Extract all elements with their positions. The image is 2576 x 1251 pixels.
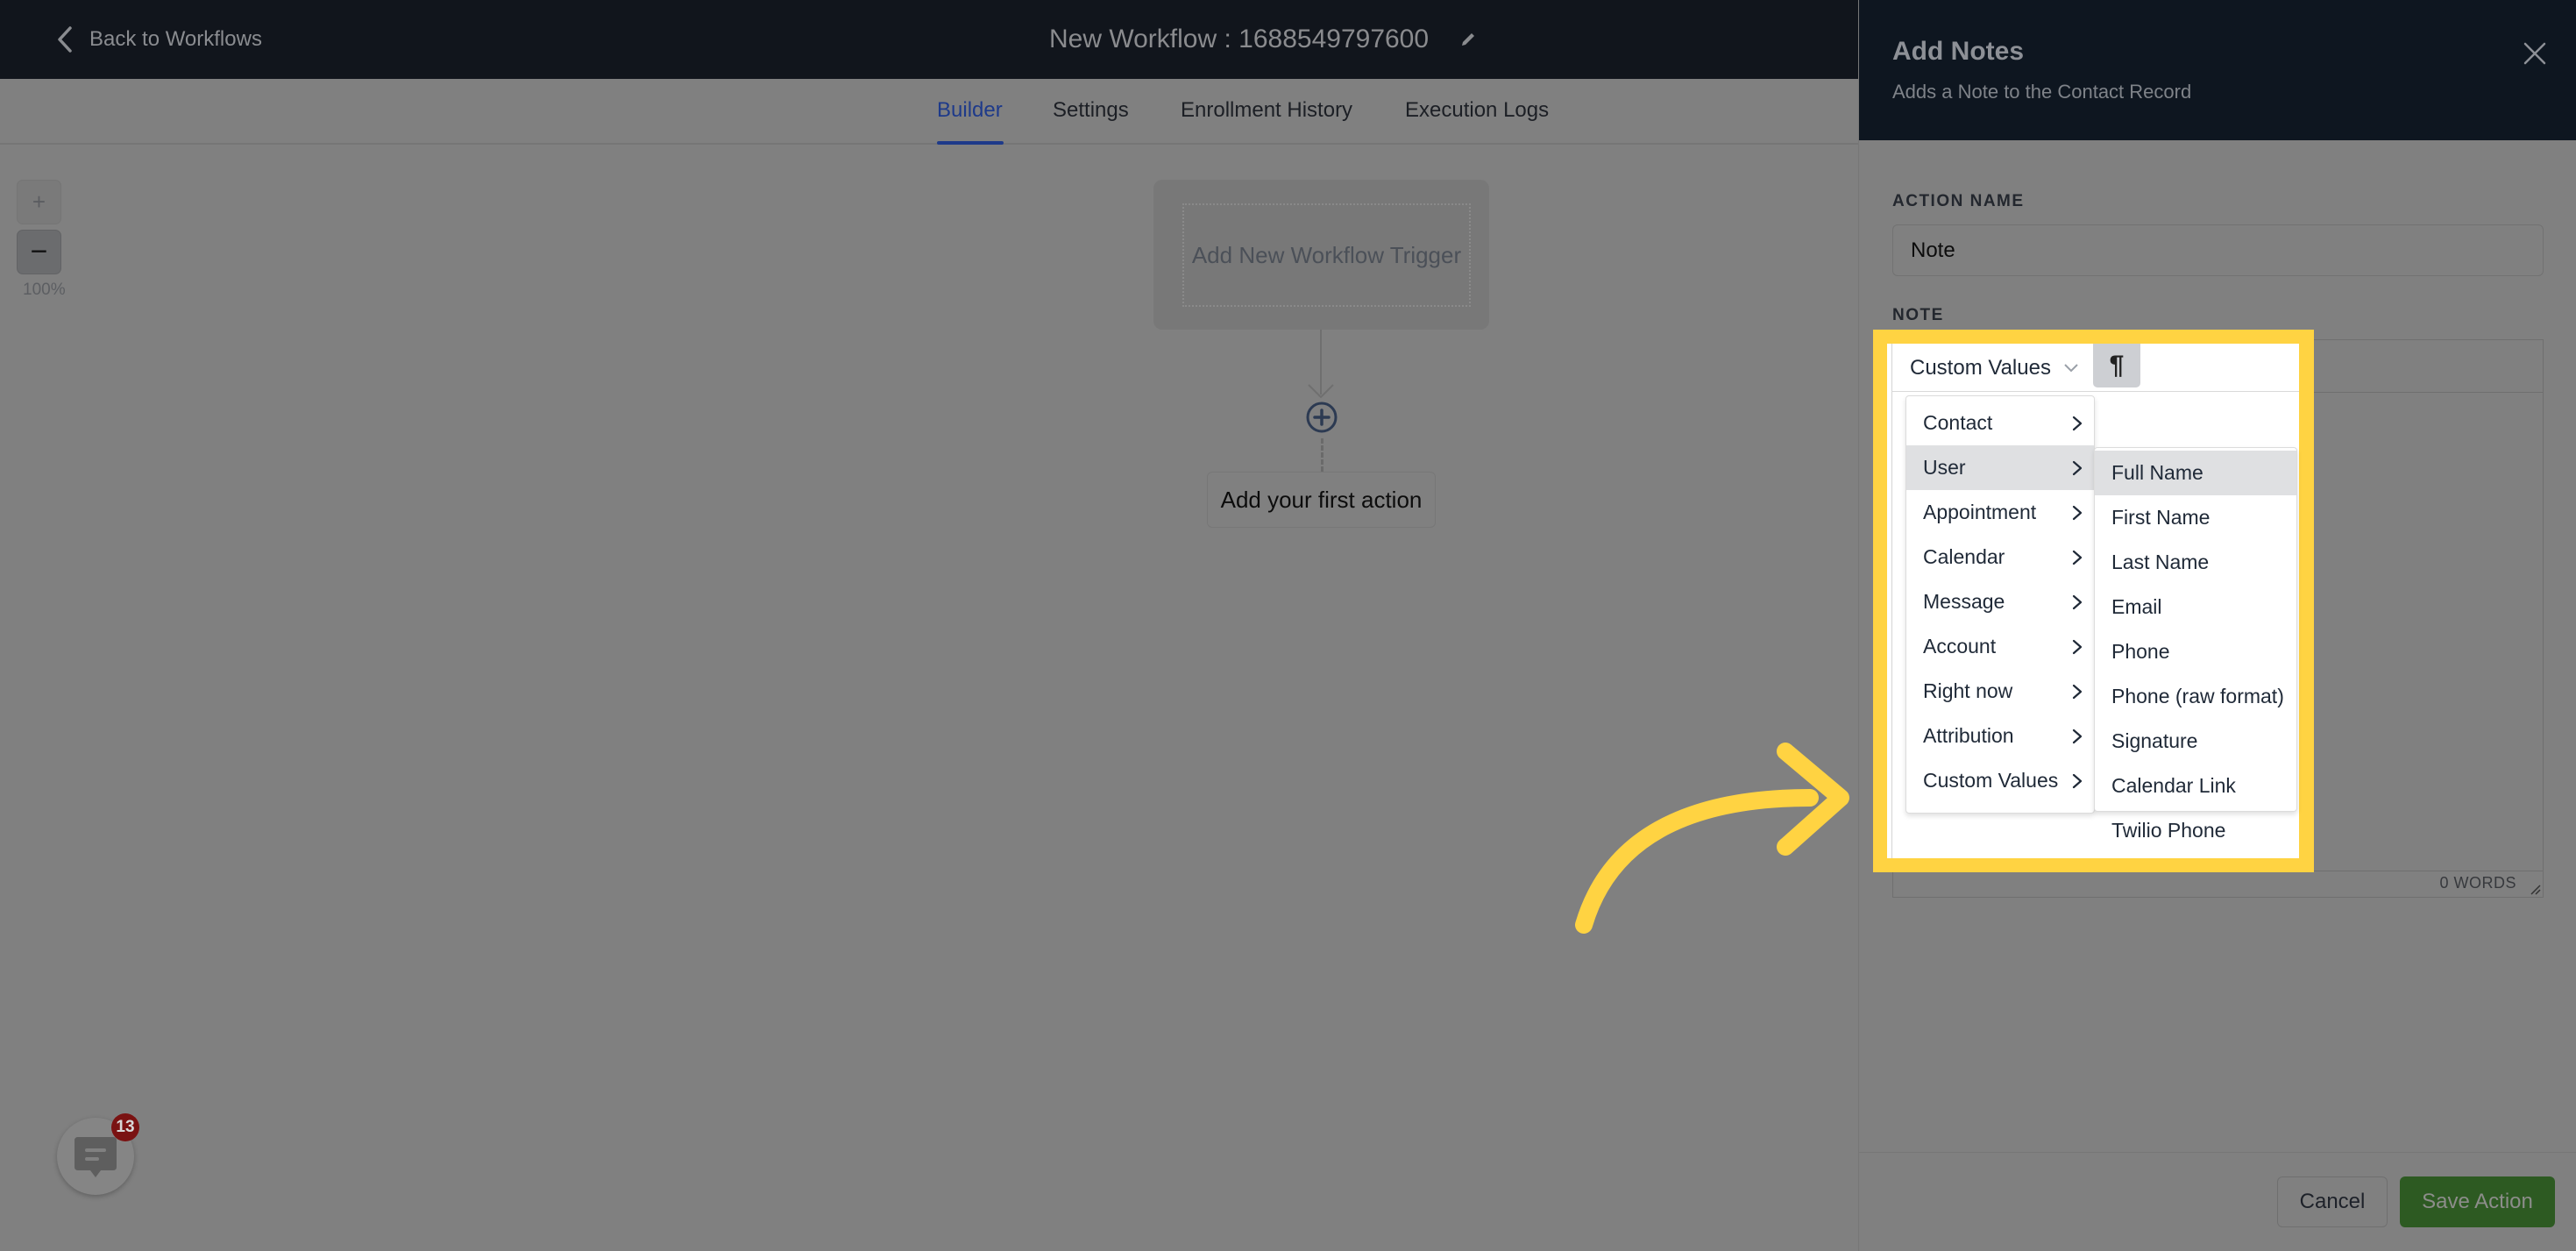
submenu-item-full-name[interactable]: Full Name xyxy=(2095,451,2296,495)
chevron-right-icon xyxy=(2072,684,2083,699)
submenu-item-label: Full Name xyxy=(2111,461,2203,484)
menu-item-label: User xyxy=(1923,456,1966,479)
workflow-title-text: New Workflow : 1688549797600 xyxy=(1049,25,1430,53)
connector-dashed-line xyxy=(1321,438,1323,472)
chevron-down-icon xyxy=(2064,364,2078,373)
tab-execution-logs[interactable]: Execution Logs xyxy=(1405,98,1549,123)
panel-header: Add Notes Adds a Note to the Contact Rec… xyxy=(1859,0,2576,140)
submenu-item-phone[interactable]: Phone xyxy=(2095,629,2296,674)
workflow-tabs: Builder Settings Enrollment History Exec… xyxy=(0,79,1858,145)
submenu-item-label: Calendar Link xyxy=(2111,774,2236,797)
workflow-title: New Workflow : 1688549797600 xyxy=(1049,19,1478,60)
note-footer: 0 WORDS xyxy=(1893,871,2543,897)
submenu-item-label: Email xyxy=(2111,595,2162,618)
menu-item-right-now[interactable]: Right now xyxy=(1906,669,2094,714)
menu-item-label: Attribution xyxy=(1923,724,2014,747)
panel-footer-divider xyxy=(1859,1152,2576,1153)
submenu-item-label: Phone (raw format) xyxy=(2111,685,2284,707)
notification-badge: 13 xyxy=(111,1113,139,1141)
connector-arrow-icon xyxy=(1308,384,1334,399)
pencil-edit-icon[interactable] xyxy=(1458,30,1478,49)
resize-handle-icon[interactable] xyxy=(2529,883,2541,895)
highlight-frame: Custom Values ¶ Contact User Appointment Ca… xyxy=(1873,330,2314,872)
back-label: Back to Workflows xyxy=(89,27,262,51)
panel-subtitle: Adds a Note to the Contact Record xyxy=(1892,81,2192,103)
menu-item-label: Contact xyxy=(1923,411,1993,434)
zoom-level: 100% xyxy=(23,281,66,299)
chevron-right-icon xyxy=(2072,460,2083,475)
top-header: Back to Workflows New Workflow : 1688549… xyxy=(0,0,1858,79)
chevron-left-icon xyxy=(58,26,72,53)
chevron-right-icon xyxy=(2072,773,2083,788)
menu-item-calendar[interactable]: Calendar xyxy=(1906,535,2094,579)
submenu-item-last-name[interactable]: Last Name xyxy=(2095,540,2296,585)
add-trigger-button[interactable]: Add New Workflow Trigger xyxy=(1182,203,1471,307)
action-name-label: ACTION NAME xyxy=(1892,192,2025,210)
custom-values-dropdown[interactable]: Custom Values xyxy=(1910,352,2079,384)
panel-title: Add Notes xyxy=(1892,37,2024,66)
add-action-plus-icon[interactable] xyxy=(1305,401,1338,434)
chevron-right-icon xyxy=(2072,729,2083,743)
menu-item-message[interactable]: Message xyxy=(1906,579,2094,624)
annotation-arrow-icon xyxy=(1575,743,1849,934)
custom-values-menu-area: Custom Values ¶ Contact User Appointment Ca… xyxy=(1887,344,2299,858)
menu-item-account[interactable]: Account xyxy=(1906,624,2094,669)
menu-item-attribution[interactable]: Attribution xyxy=(1906,714,2094,758)
submenu-item-twilio-phone[interactable]: Twilio Phone xyxy=(2095,808,2296,853)
menu-item-contact[interactable]: Contact xyxy=(1906,401,2094,445)
custom-values-label: Custom Values xyxy=(1910,356,2051,380)
tab-builder[interactable]: Builder xyxy=(937,98,1003,123)
cancel-button[interactable]: Cancel xyxy=(2277,1176,2388,1227)
active-tab-indicator xyxy=(937,141,1004,145)
chevron-right-icon xyxy=(2072,639,2083,654)
submenu-item-label: Twilio Phone xyxy=(2111,819,2226,842)
submenu-item-label: Signature xyxy=(2111,729,2198,752)
submenu-item-label: Last Name xyxy=(2111,551,2210,573)
menu-item-label: Appointment xyxy=(1923,501,2037,523)
word-count: 0 WORDS xyxy=(2439,874,2516,892)
chevron-right-icon xyxy=(2072,505,2083,520)
close-icon[interactable] xyxy=(2522,40,2548,67)
chat-bubble-icon xyxy=(75,1137,117,1177)
chevron-right-icon xyxy=(2072,550,2083,565)
submenu-item-first-name[interactable]: First Name xyxy=(2095,495,2296,540)
editor-toolbar-border xyxy=(1891,391,2299,392)
menu-item-custom-values[interactable]: Custom Values xyxy=(1906,758,2094,803)
zoom-in-button[interactable]: + xyxy=(17,180,61,224)
editor-left-border xyxy=(1891,344,1892,858)
submenu-item-signature[interactable]: Signature xyxy=(2095,719,2296,764)
menu-item-appointment[interactable]: Appointment xyxy=(1906,490,2094,535)
back-to-workflows-link[interactable]: Back to Workflows xyxy=(56,25,262,54)
note-label: NOTE xyxy=(1892,306,1944,324)
submenu-item-label: Phone xyxy=(2111,640,2170,663)
add-first-action-button[interactable]: Add your first action xyxy=(1207,472,1436,528)
menu-item-user[interactable]: User xyxy=(1906,445,2094,490)
zoom-out-button[interactable]: − xyxy=(17,230,61,274)
chevron-right-icon xyxy=(2072,416,2083,430)
custom-values-category-menu: Contact User Appointment Calendar Message Acc… xyxy=(1905,395,2095,814)
menu-item-label: Custom Values xyxy=(1923,769,2059,792)
user-fields-submenu: Full Name First Name Last Name Email Phone Ph… xyxy=(2094,447,2297,842)
save-action-button[interactable]: Save Action xyxy=(2400,1176,2555,1227)
submenu-item-email[interactable]: Email xyxy=(2095,585,2296,629)
menu-item-label: Calendar xyxy=(1923,545,2005,568)
paragraph-format-button[interactable]: ¶ xyxy=(2093,344,2140,387)
submenu-item-calendar-link[interactable]: Calendar Link xyxy=(2095,764,2296,808)
chevron-right-icon xyxy=(2072,594,2083,609)
action-name-input[interactable] xyxy=(1892,224,2544,276)
tab-settings[interactable]: Settings xyxy=(1053,98,1129,123)
submenu-item-label: First Name xyxy=(2111,506,2211,529)
menu-item-label: Right now xyxy=(1923,679,2013,702)
menu-item-label: Message xyxy=(1923,590,2005,613)
submenu-item-phone-raw-format[interactable]: Phone (raw format) xyxy=(2095,674,2296,719)
menu-item-label: Account xyxy=(1923,635,1997,657)
tab-enrollment-history[interactable]: Enrollment History xyxy=(1181,98,1352,123)
